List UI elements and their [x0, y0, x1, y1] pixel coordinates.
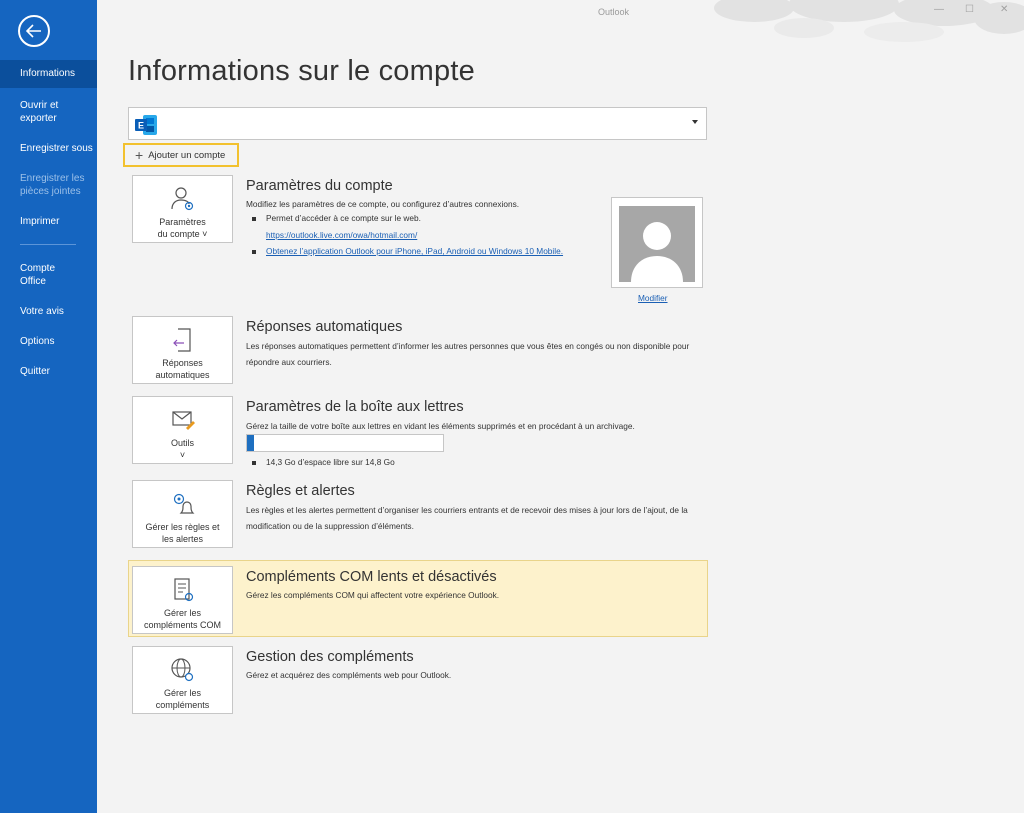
arrow-left-icon	[26, 24, 41, 38]
mailbox-tools-icon	[171, 411, 195, 430]
page-title: Informations sur le compte	[128, 55, 475, 87]
tile-label: Réponses automatiques	[155, 358, 210, 380]
tile-label: Outils ˅	[170, 438, 194, 460]
back-button[interactable]	[18, 15, 50, 47]
svg-text:E: E	[138, 121, 144, 131]
window-title: Outlook	[598, 7, 630, 17]
nav-open-export[interactable]: Ouvrir et exporter	[0, 99, 97, 125]
avatar	[619, 206, 695, 282]
account-settings-title: Paramètres du compte	[246, 178, 393, 194]
account-dropdown[interactable]: E	[128, 107, 707, 140]
tile-label: Paramètres du compte ˅	[157, 217, 208, 239]
tile-label: Gérer les compléments	[155, 688, 210, 710]
chevron-down-icon	[692, 120, 698, 124]
maximize-button[interactable]: ☐	[965, 4, 974, 15]
nav-quit[interactable]: Quitter	[0, 365, 97, 378]
account-settings-icon	[170, 187, 193, 211]
com-addins-desc: Gérez les compléments COM qui affectent …	[246, 590, 500, 600]
mailbox-quota-bar	[246, 434, 444, 452]
addins-title: Gestion des compléments	[246, 649, 414, 665]
rules-alerts-icon	[173, 493, 194, 514]
profile-photo-frame	[611, 197, 703, 288]
owa-link[interactable]: https://outlook.live.com/owa/hotmail.com…	[266, 228, 417, 244]
plus-icon: +	[135, 147, 144, 163]
globe-gear-icon	[170, 658, 193, 682]
nav-feedback[interactable]: Votre avis	[0, 305, 97, 318]
auto-replies-tile[interactable]: Réponses automatiques	[132, 316, 233, 384]
auto-reply-icon	[172, 328, 191, 352]
addins-desc: Gérez et acquérez des compléments web po…	[246, 670, 452, 680]
nav-informations[interactable]: Informations	[0, 60, 97, 88]
change-photo-link[interactable]: Modifier	[638, 291, 668, 307]
exchange-icon: E	[135, 115, 157, 135]
auto-replies-title: Réponses automatiques	[246, 319, 403, 335]
tile-label: Gérer les règles et les alertes	[145, 522, 220, 544]
mailbox-settings-desc: Gérez la taille de votre boîte aux lettr…	[246, 421, 635, 431]
close-button[interactable]: ✕	[1000, 4, 1008, 15]
nav-options[interactable]: Options	[0, 335, 97, 348]
nav-save-attachments: Enregistrer les pièces jointes	[20, 173, 85, 197]
com-addins-icon	[173, 578, 193, 602]
outlook-mobile-link[interactable]: Obtenez l’application Outlook pour iPhon…	[251, 246, 563, 256]
manage-addins-tile[interactable]: Gérer les compléments	[132, 646, 233, 714]
account-web-access-text: Permet d’accéder à ce compte sur le web.	[252, 213, 421, 223]
tile-label: Gérer les compléments COM	[143, 608, 222, 630]
nav-separator	[20, 244, 76, 245]
mailbox-settings-title: Paramètres de la boîte aux lettres	[246, 399, 464, 415]
mailbox-quota-fill	[247, 435, 254, 451]
mailbox-quota-text: 14,3 Go d’espace libre sur 14,8 Go	[252, 457, 395, 467]
person-silhouette-icon	[631, 222, 683, 282]
account-settings-tile[interactable]: Paramètres du compte ˅	[132, 175, 233, 243]
com-addins-title: Compléments COM lents et désactivés	[246, 569, 497, 585]
nav-print[interactable]: Imprimer	[0, 215, 97, 228]
cloud-background-decoration	[714, 0, 1024, 42]
minimize-button[interactable]: —	[934, 4, 944, 15]
manage-rules-tile[interactable]: Gérer les règles et les alertes	[132, 480, 233, 548]
add-account-label: Ajouter un compte	[148, 149, 226, 161]
tools-tile[interactable]: Outils ˅	[132, 396, 233, 464]
rules-alerts-title: Règles et alertes	[246, 483, 355, 499]
backstage-sidebar: Informations Ouvrir et exporter Enregist…	[0, 0, 97, 813]
auto-replies-desc: Les réponses automatiques permettent d’i…	[246, 341, 690, 367]
nav-office-account[interactable]: Compte Office	[0, 262, 97, 288]
manage-com-addins-tile[interactable]: Gérer les compléments COM	[132, 566, 233, 634]
rules-alerts-desc: Les règles et les alertes permettent d’o…	[246, 505, 688, 531]
nav-save-as[interactable]: Enregistrer sous	[0, 142, 97, 155]
add-account-button[interactable]: + Ajouter un compte	[123, 143, 239, 167]
